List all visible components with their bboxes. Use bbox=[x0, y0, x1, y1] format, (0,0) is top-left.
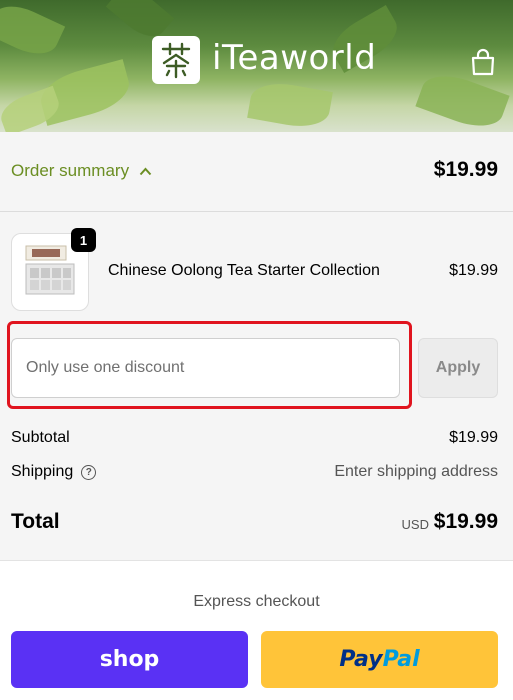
question-mark-icon[interactable]: ? bbox=[81, 465, 97, 480]
shipping-label: Shipping bbox=[11, 463, 74, 480]
apply-discount-button[interactable]: Apply bbox=[418, 338, 498, 398]
header-banner: iTeaworld bbox=[0, 0, 513, 132]
brand-name[interactable]: iTeaworld bbox=[212, 36, 376, 80]
leaf-decoration bbox=[415, 66, 510, 132]
paypal-button[interactable]: PayPal bbox=[261, 631, 498, 688]
leaf-decoration bbox=[0, 85, 64, 132]
express-checkout-title: Express checkout bbox=[193, 593, 320, 610]
total-label: Total bbox=[11, 510, 60, 533]
shop-pay-button[interactable]: shop bbox=[11, 631, 248, 688]
product-price: $19.99 bbox=[449, 262, 498, 279]
shipping-row: Shipping? bbox=[11, 463, 97, 481]
paypal-label-pal: Pal bbox=[382, 647, 420, 672]
order-summary-toggle[interactable]: Order summary bbox=[11, 161, 152, 181]
discount-code-input[interactable] bbox=[11, 338, 400, 398]
express-checkout-section: Express checkout shop PayPal bbox=[0, 560, 513, 700]
subtotal-value: $19.99 bbox=[449, 429, 498, 446]
quantity-badge: 1 bbox=[71, 228, 96, 252]
total-currency: USD bbox=[401, 517, 429, 532]
total-value: $19.99 bbox=[433, 510, 498, 533]
product-name: Chinese Oolong Tea Starter Collection bbox=[108, 262, 380, 279]
leaf-decoration bbox=[0, 0, 66, 63]
subtotal-label: Subtotal bbox=[11, 429, 70, 446]
paypal-label-pay: Pay bbox=[339, 647, 383, 672]
tea-character-logo-icon bbox=[161, 42, 191, 79]
leaf-decoration bbox=[247, 78, 333, 132]
shipping-value: Enter shipping address bbox=[334, 463, 498, 480]
order-summary-bar[interactable]: Order summary $19.99 bbox=[0, 132, 513, 212]
chevron-up-icon bbox=[139, 167, 152, 175]
order-summary-total: $19.99 bbox=[433, 158, 498, 181]
brand-logo-icon[interactable] bbox=[152, 36, 200, 84]
order-summary-label: Order summary bbox=[11, 161, 130, 180]
shopping-bag-icon[interactable] bbox=[470, 48, 496, 76]
